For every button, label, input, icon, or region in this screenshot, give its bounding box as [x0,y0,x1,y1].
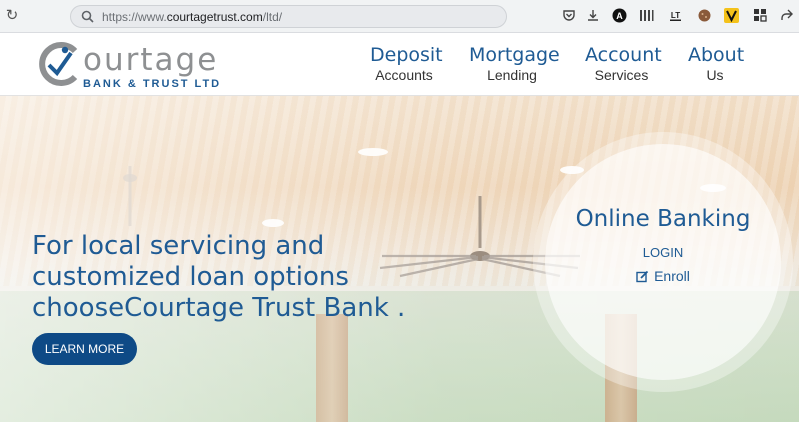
courtage-logo[interactable]: ourtage BANK & TRUST LTD [35,39,245,91]
extensions-grid-icon[interactable] [752,8,767,23]
logo-word: ourtage [83,42,219,78]
pocket-icon[interactable] [561,8,576,23]
address-bar[interactable]: https://www.courtagetrust.com/ltd/ [70,5,507,28]
login-link[interactable]: LOGIN [545,245,781,260]
download-icon[interactable] [585,8,600,23]
hero-headline: For local servicing and customized loan … [32,231,406,323]
nav-about-us[interactable]: About Us [688,44,745,83]
nav-sublabel: Accounts [375,67,433,83]
extension-cookie-icon[interactable] [697,8,712,23]
extension-a-icon[interactable]: A [612,8,627,23]
nav-label: Deposit [370,44,443,66]
nav-mortgage-lending[interactable]: Mortgage Lending [469,44,560,83]
learn-more-button[interactable]: LEARN MORE [32,333,137,365]
share-icon[interactable] [779,8,794,23]
nav-deposit-accounts[interactable]: Deposit Accounts [370,44,443,83]
enroll-link[interactable]: Enroll [545,268,781,284]
nav-label: About [688,44,745,66]
edit-icon [636,270,649,283]
nav-label: Account [585,44,662,66]
nav-label: Mortgage [469,44,560,66]
url-text: https://www.courtagetrust.com/ltd/ [102,10,283,24]
extension-bars-icon[interactable] [639,8,654,23]
nav-sublabel: Lending [487,67,537,83]
svg-text:LT: LT [671,11,680,20]
logo-tagline: BANK & TRUST LTD [83,78,222,90]
search-icon [81,10,94,23]
hero-banner: For local servicing and customized loan … [0,96,799,422]
site-header: ourtage BANK & TRUST LTD Deposit Account… [0,33,799,96]
browser-toolbar: ↻ https://www.courtagetrust.com/ltd/ A L… [0,0,799,33]
nav-sublabel: Services [594,67,649,83]
enroll-label: Enroll [654,268,690,284]
nav-sublabel: Us [706,67,724,83]
nav-account-services[interactable]: Account Services [585,44,662,83]
svg-text:A: A [616,11,623,21]
online-banking-panel: Online Banking LOGIN Enroll [545,144,781,380]
online-banking-title: Online Banking [575,206,751,232]
logo-c-mark-icon [39,42,78,86]
extension-v-icon[interactable] [724,8,739,23]
reload-icon[interactable]: ↻ [4,8,20,24]
extension-lt-icon[interactable]: LT [668,8,683,23]
